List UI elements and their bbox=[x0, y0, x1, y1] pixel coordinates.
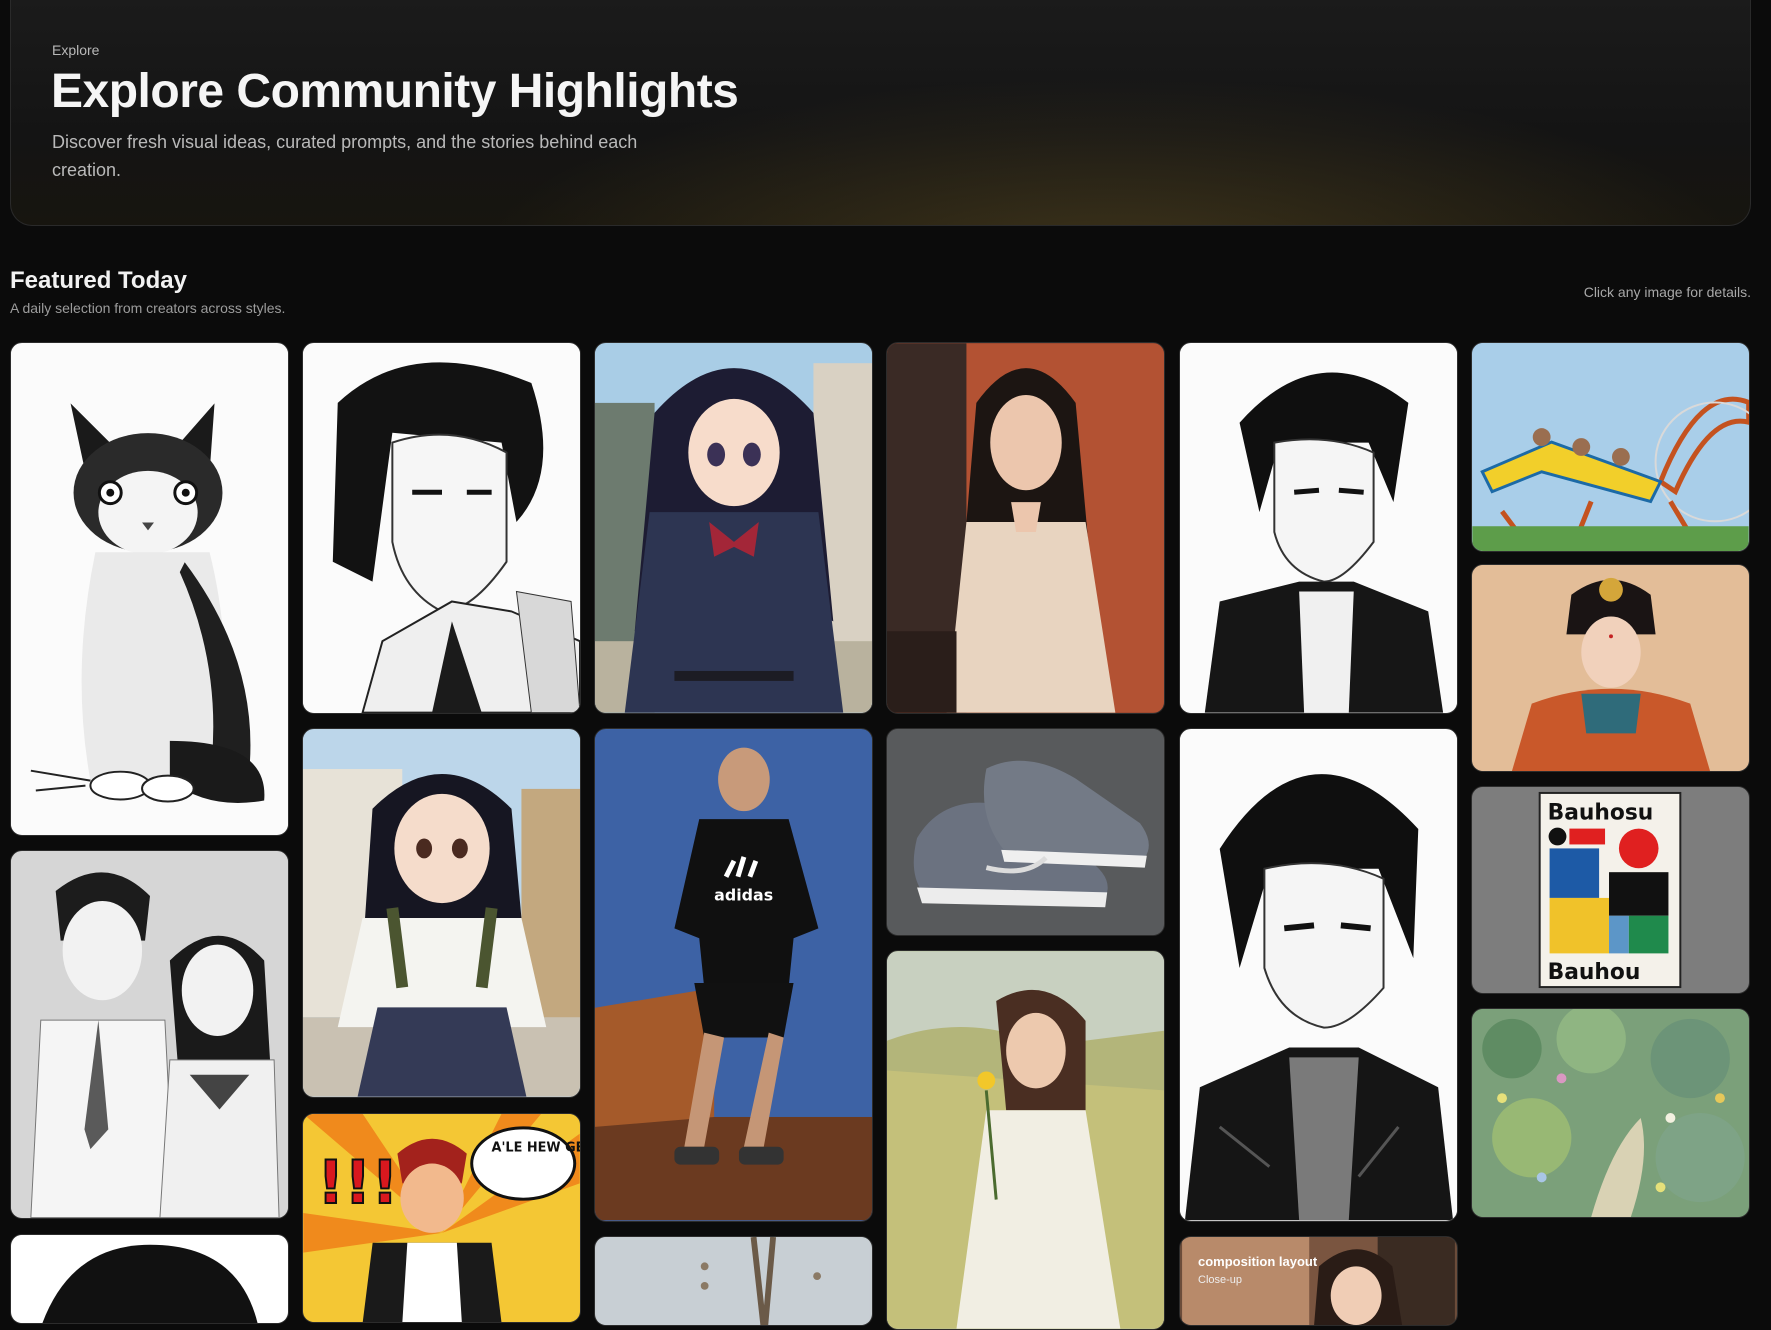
poster-top-text: Bauhosu bbox=[1548, 801, 1654, 826]
roller-coaster-image bbox=[1472, 343, 1749, 551]
page-title: Explore Community Highlights bbox=[51, 65, 739, 118]
gallery-card-oil-painting-woman[interactable] bbox=[886, 950, 1165, 1330]
gallery-card-manga-boy-long-hair[interactable] bbox=[302, 342, 581, 714]
bauhaus-poster-image: Bauhosu Bauhou bbox=[1472, 787, 1749, 993]
gallery-card-grey-sneakers[interactable] bbox=[886, 728, 1165, 936]
gallery-card-anime-schoolgirl-white[interactable] bbox=[302, 728, 581, 1098]
manga-boy-jacket-2-image bbox=[1180, 729, 1457, 1221]
overlay-title: composition layout bbox=[1198, 1254, 1318, 1269]
gallery-card-traditional-costume[interactable] bbox=[1471, 564, 1750, 772]
hero-banner: Explore Explore Community Highlights Dis… bbox=[10, 0, 1751, 226]
svg-text:!!!: !!! bbox=[317, 1149, 398, 1218]
overlay-subtitle: Close-up bbox=[1198, 1274, 1243, 1286]
manga-boy-jacket-image bbox=[1180, 343, 1457, 713]
woman-silk-dress-image bbox=[887, 343, 1164, 713]
section-subtitle: A daily selection from creators across s… bbox=[10, 300, 286, 316]
manga-boy-long-hair-image bbox=[303, 343, 580, 713]
cat-sketch-image bbox=[11, 343, 288, 835]
gallery-card-composition-layout[interactable]: composition layout Close-up bbox=[1179, 1236, 1458, 1326]
gallery-card-manga-couple[interactable] bbox=[10, 850, 289, 1219]
manga-boy-partial-image bbox=[13, 1235, 286, 1323]
gallery-card-woman-silk-dress[interactable] bbox=[886, 342, 1165, 714]
anime-schoolgirl-white-image bbox=[303, 729, 580, 1097]
adidas-text: adidas bbox=[714, 886, 773, 905]
impressionist-garden-image bbox=[1472, 1009, 1749, 1217]
gallery-card-bauhaus-poster[interactable]: Bauhosu Bauhou bbox=[1471, 786, 1750, 994]
comic-hero-image: !!! A'LE HEW GEED LOGCT! bbox=[303, 1114, 580, 1322]
grey-sneakers-image bbox=[887, 729, 1164, 935]
section-hint: Click any image for details. bbox=[1583, 284, 1751, 300]
gallery-card-manga-boy-jacket[interactable] bbox=[1179, 342, 1458, 714]
comic-speech-text: A'LE HEW GEED LOGCT! bbox=[492, 1141, 580, 1156]
page-description: Discover fresh visual ideas, curated pro… bbox=[52, 132, 638, 180]
gallery-card-anime-schoolgirl-navy[interactable] bbox=[594, 342, 873, 714]
gallery-card-manga-boy-jacket-2[interactable] bbox=[1179, 728, 1458, 1222]
poster-bottom-text: Bauhou bbox=[1548, 960, 1641, 985]
manga-couple-image bbox=[11, 851, 288, 1218]
gallery-card-jewelry-partial[interactable] bbox=[594, 1236, 873, 1326]
gallery-card-comic-hero[interactable]: !!! A'LE HEW GEED LOGCT! bbox=[302, 1113, 581, 1323]
traditional-costume-image bbox=[1472, 565, 1749, 771]
gallery-card-manga-boy-partial[interactable] bbox=[10, 1234, 289, 1324]
gallery-card-roller-coaster[interactable] bbox=[1471, 342, 1750, 552]
section-title: Featured Today bbox=[10, 267, 187, 294]
gallery-card-adidas-man[interactable]: adidas bbox=[594, 728, 873, 1222]
jewelry-image bbox=[597, 1237, 870, 1325]
gallery-card-sketch-cat[interactable] bbox=[10, 342, 289, 836]
oil-painting-woman-image bbox=[887, 951, 1164, 1329]
anime-schoolgirl-navy-image bbox=[595, 343, 872, 713]
composition-overlay: composition layout Close-up bbox=[1198, 1253, 1317, 1289]
breadcrumb[interactable]: Explore bbox=[52, 42, 99, 58]
gallery-card-impressionist-garden[interactable] bbox=[1471, 1008, 1750, 1218]
adidas-man-image: adidas bbox=[595, 729, 872, 1221]
